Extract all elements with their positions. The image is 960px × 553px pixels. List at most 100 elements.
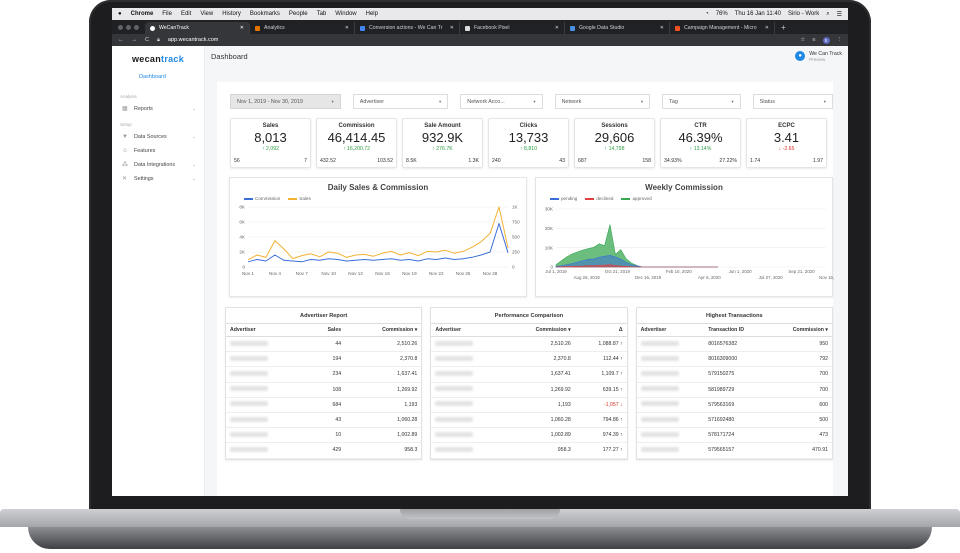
menu-history[interactable]: History <box>222 11 241 17</box>
url-field[interactable]: app.wecantrack.com <box>168 37 218 43</box>
list-icon[interactable]: ☰ <box>837 11 842 18</box>
sidebar-item-data-sources[interactable]: ▼ Data Sources ⌄ <box>112 130 204 144</box>
clock[interactable]: Thu 16 Jan 11:40 <box>735 11 781 18</box>
delta-cell: 1,088.87 ↑ <box>574 336 627 353</box>
col-header-transaction-id[interactable]: Transaction ID <box>704 324 769 337</box>
network-filter[interactable]: Network ▾ <box>554 94 651 109</box>
reload-icon[interactable]: C <box>145 37 149 43</box>
tab-title: Campaign Management - Micro <box>684 25 757 31</box>
forward-icon[interactable]: → <box>132 37 138 43</box>
network-account-filter[interactable]: Network Acco... ▾ <box>460 94 543 109</box>
close-icon[interactable]: ✕ <box>660 25 664 31</box>
kpi-value: 46,414.45 <box>327 130 386 145</box>
close-icon[interactable]: ✕ <box>345 25 349 31</box>
table-row[interactable]: 579563169 600 <box>636 397 832 413</box>
col-header-commission[interactable]: Commission ▾ <box>505 324 575 337</box>
new-tab-button[interactable]: + <box>781 23 786 32</box>
table-row[interactable]: 1,269.92 639.15 ↑ <box>431 382 627 398</box>
table-row[interactable]: 579565157 470.91 <box>636 442 832 459</box>
x-tick-top: Oct 21, 2019 <box>605 269 631 274</box>
menu-bookmarks[interactable]: Bookmarks <box>250 11 280 17</box>
apple-icon[interactable]: ● <box>118 11 122 17</box>
table-row[interactable]: 429 958.3 <box>226 442 422 459</box>
browser-tab-campaign[interactable]: Campaign Management - Micro ✕ <box>670 22 775 34</box>
zoom-window-button[interactable] <box>134 25 139 30</box>
sidebar-item-data-integrations[interactable]: ⁂ Data Integrations ⌄ <box>112 158 204 172</box>
browser-tab-analytics[interactable]: Analytics ✕ <box>250 22 355 34</box>
table-row[interactable]: 1,060.28 794.86 ↑ <box>431 412 627 429</box>
table-row[interactable]: 1,637.41 1,109.7 ↑ <box>431 366 627 383</box>
back-icon[interactable]: ← <box>118 37 124 43</box>
menu-chrome[interactable]: Chrome <box>131 11 154 17</box>
col-header-advertiser[interactable]: Advertiser <box>431 324 506 337</box>
menu-help[interactable]: Help <box>366 11 378 17</box>
menu-tab[interactable]: Tab <box>317 11 327 17</box>
table-row[interactable]: 571692480 500 <box>636 412 832 429</box>
table-row[interactable]: 2,370.8 112.44 ↑ <box>431 351 627 368</box>
kpi-title: Sale Amount <box>424 123 461 129</box>
commission-cell: 2,510.26 <box>345 336 422 353</box>
table-row[interactable]: 234 1,637.41 <box>226 366 422 383</box>
close-icon[interactable]: ✕ <box>765 25 769 31</box>
menu-edit[interactable]: Edit <box>181 11 191 17</box>
col-header-commission[interactable]: Commission ▾ <box>345 324 422 337</box>
browser-tab-wecantrack[interactable]: WeCanTrack ✕ <box>145 22 250 34</box>
col-header-delta[interactable]: Δ <box>574 324 627 337</box>
battery-label[interactable]: 76% <box>716 11 728 18</box>
more-icon[interactable]: ⋮ <box>837 37 843 44</box>
table-row[interactable]: 8016309000 792 <box>636 351 832 368</box>
table-row[interactable]: 684 1,193 <box>226 397 422 413</box>
charts-row: Daily Sales & Commission Commission Sale… <box>217 168 846 297</box>
table-row[interactable]: 43 1,060.28 <box>226 412 422 429</box>
user-menu[interactable]: Sirio - Work <box>788 11 819 18</box>
table-row[interactable]: 579150275 700 <box>636 366 832 383</box>
menu-window[interactable]: Window <box>335 11 356 17</box>
sidebar-item-settings[interactable]: ✕ Settings ⌄ <box>112 172 204 186</box>
search-icon[interactable]: ⌕ <box>826 11 829 18</box>
table-row[interactable]: 1,002.89 974.39 ↑ <box>431 427 627 444</box>
table-row[interactable]: 8016576382 950 <box>636 336 832 353</box>
menu-file[interactable]: File <box>162 11 172 17</box>
table-row[interactable]: 194 2,370.8 <box>226 351 422 368</box>
table-row[interactable]: 578171724 473 <box>636 427 832 444</box>
browser-tab-facebook-pixel[interactable]: Facebook Pixel ✕ <box>460 22 565 34</box>
advertiser-filter[interactable]: Advertiser ▾ <box>352 94 449 109</box>
tab-title: Conversion actions - We Can Tr <box>369 25 443 31</box>
close-window-button[interactable] <box>118 25 123 30</box>
browser-tab-data-studio[interactable]: Google Data Studio ✕ <box>565 22 670 34</box>
filter-label: Status <box>759 98 775 105</box>
table-row[interactable]: 44 2,510.26 <box>226 336 422 353</box>
sidebar-item-dashboard[interactable]: Dashboard <box>112 64 204 88</box>
close-icon[interactable]: ✕ <box>240 25 244 31</box>
kpi-yesterday: 432.52 <box>320 158 336 164</box>
table-row[interactable]: 10 1,002.89 <box>226 427 422 444</box>
col-header-advertiser[interactable]: Advertiser <box>226 324 308 337</box>
advertiser-name-redacted <box>226 336 308 353</box>
browser-tab-conversion[interactable]: Conversion actions - We Can Tr ✕ <box>355 22 460 34</box>
bookmark-star-icon[interactable]: ☆ <box>800 37 805 44</box>
sidebar-item-features[interactable]: ☺ Features <box>112 144 204 158</box>
status-filter[interactable]: Status ▾ <box>752 94 834 109</box>
tag-filter[interactable]: Tag ▾ <box>662 94 741 109</box>
menu-view[interactable]: View <box>200 11 213 17</box>
menu-people[interactable]: People <box>289 11 308 17</box>
date-range-picker[interactable]: Nov 1, 2019 - Nov 30, 2019 ▾ <box>230 94 341 109</box>
logo[interactable]: wecantrack <box>112 54 204 64</box>
table-row[interactable]: 958.3 177.27 ↑ <box>431 442 627 459</box>
close-icon[interactable]: ✕ <box>450 25 454 31</box>
wifi-icon[interactable]: ◔ <box>705 11 709 18</box>
table-row[interactable]: 1,193 -1,057 ↓ <box>431 397 627 413</box>
sidebar-item-reports[interactable]: ▦ Reports ⌄ <box>112 102 204 116</box>
table-row[interactable]: 581989729 700 <box>636 382 832 398</box>
table-row[interactable]: 2,510.26 1,088.87 ↑ <box>431 336 627 353</box>
profile-avatar[interactable]: S <box>822 36 830 44</box>
col-header-commission[interactable]: Commission ▾ <box>768 324 832 337</box>
minimize-window-button[interactable] <box>126 25 131 30</box>
user-menu-button[interactable]: ● We Can Track Preview <box>795 51 842 62</box>
extensions-icon[interactable]: ≡ <box>812 37 815 44</box>
col-header-advertiser[interactable]: Advertiser <box>636 324 705 337</box>
table-row[interactable]: 108 1,269.92 <box>226 382 422 398</box>
x-tick-bottom: Nov 16, 2020 <box>819 275 834 280</box>
col-header-sales[interactable]: Sales <box>307 324 346 337</box>
close-icon[interactable]: ✕ <box>555 25 559 31</box>
